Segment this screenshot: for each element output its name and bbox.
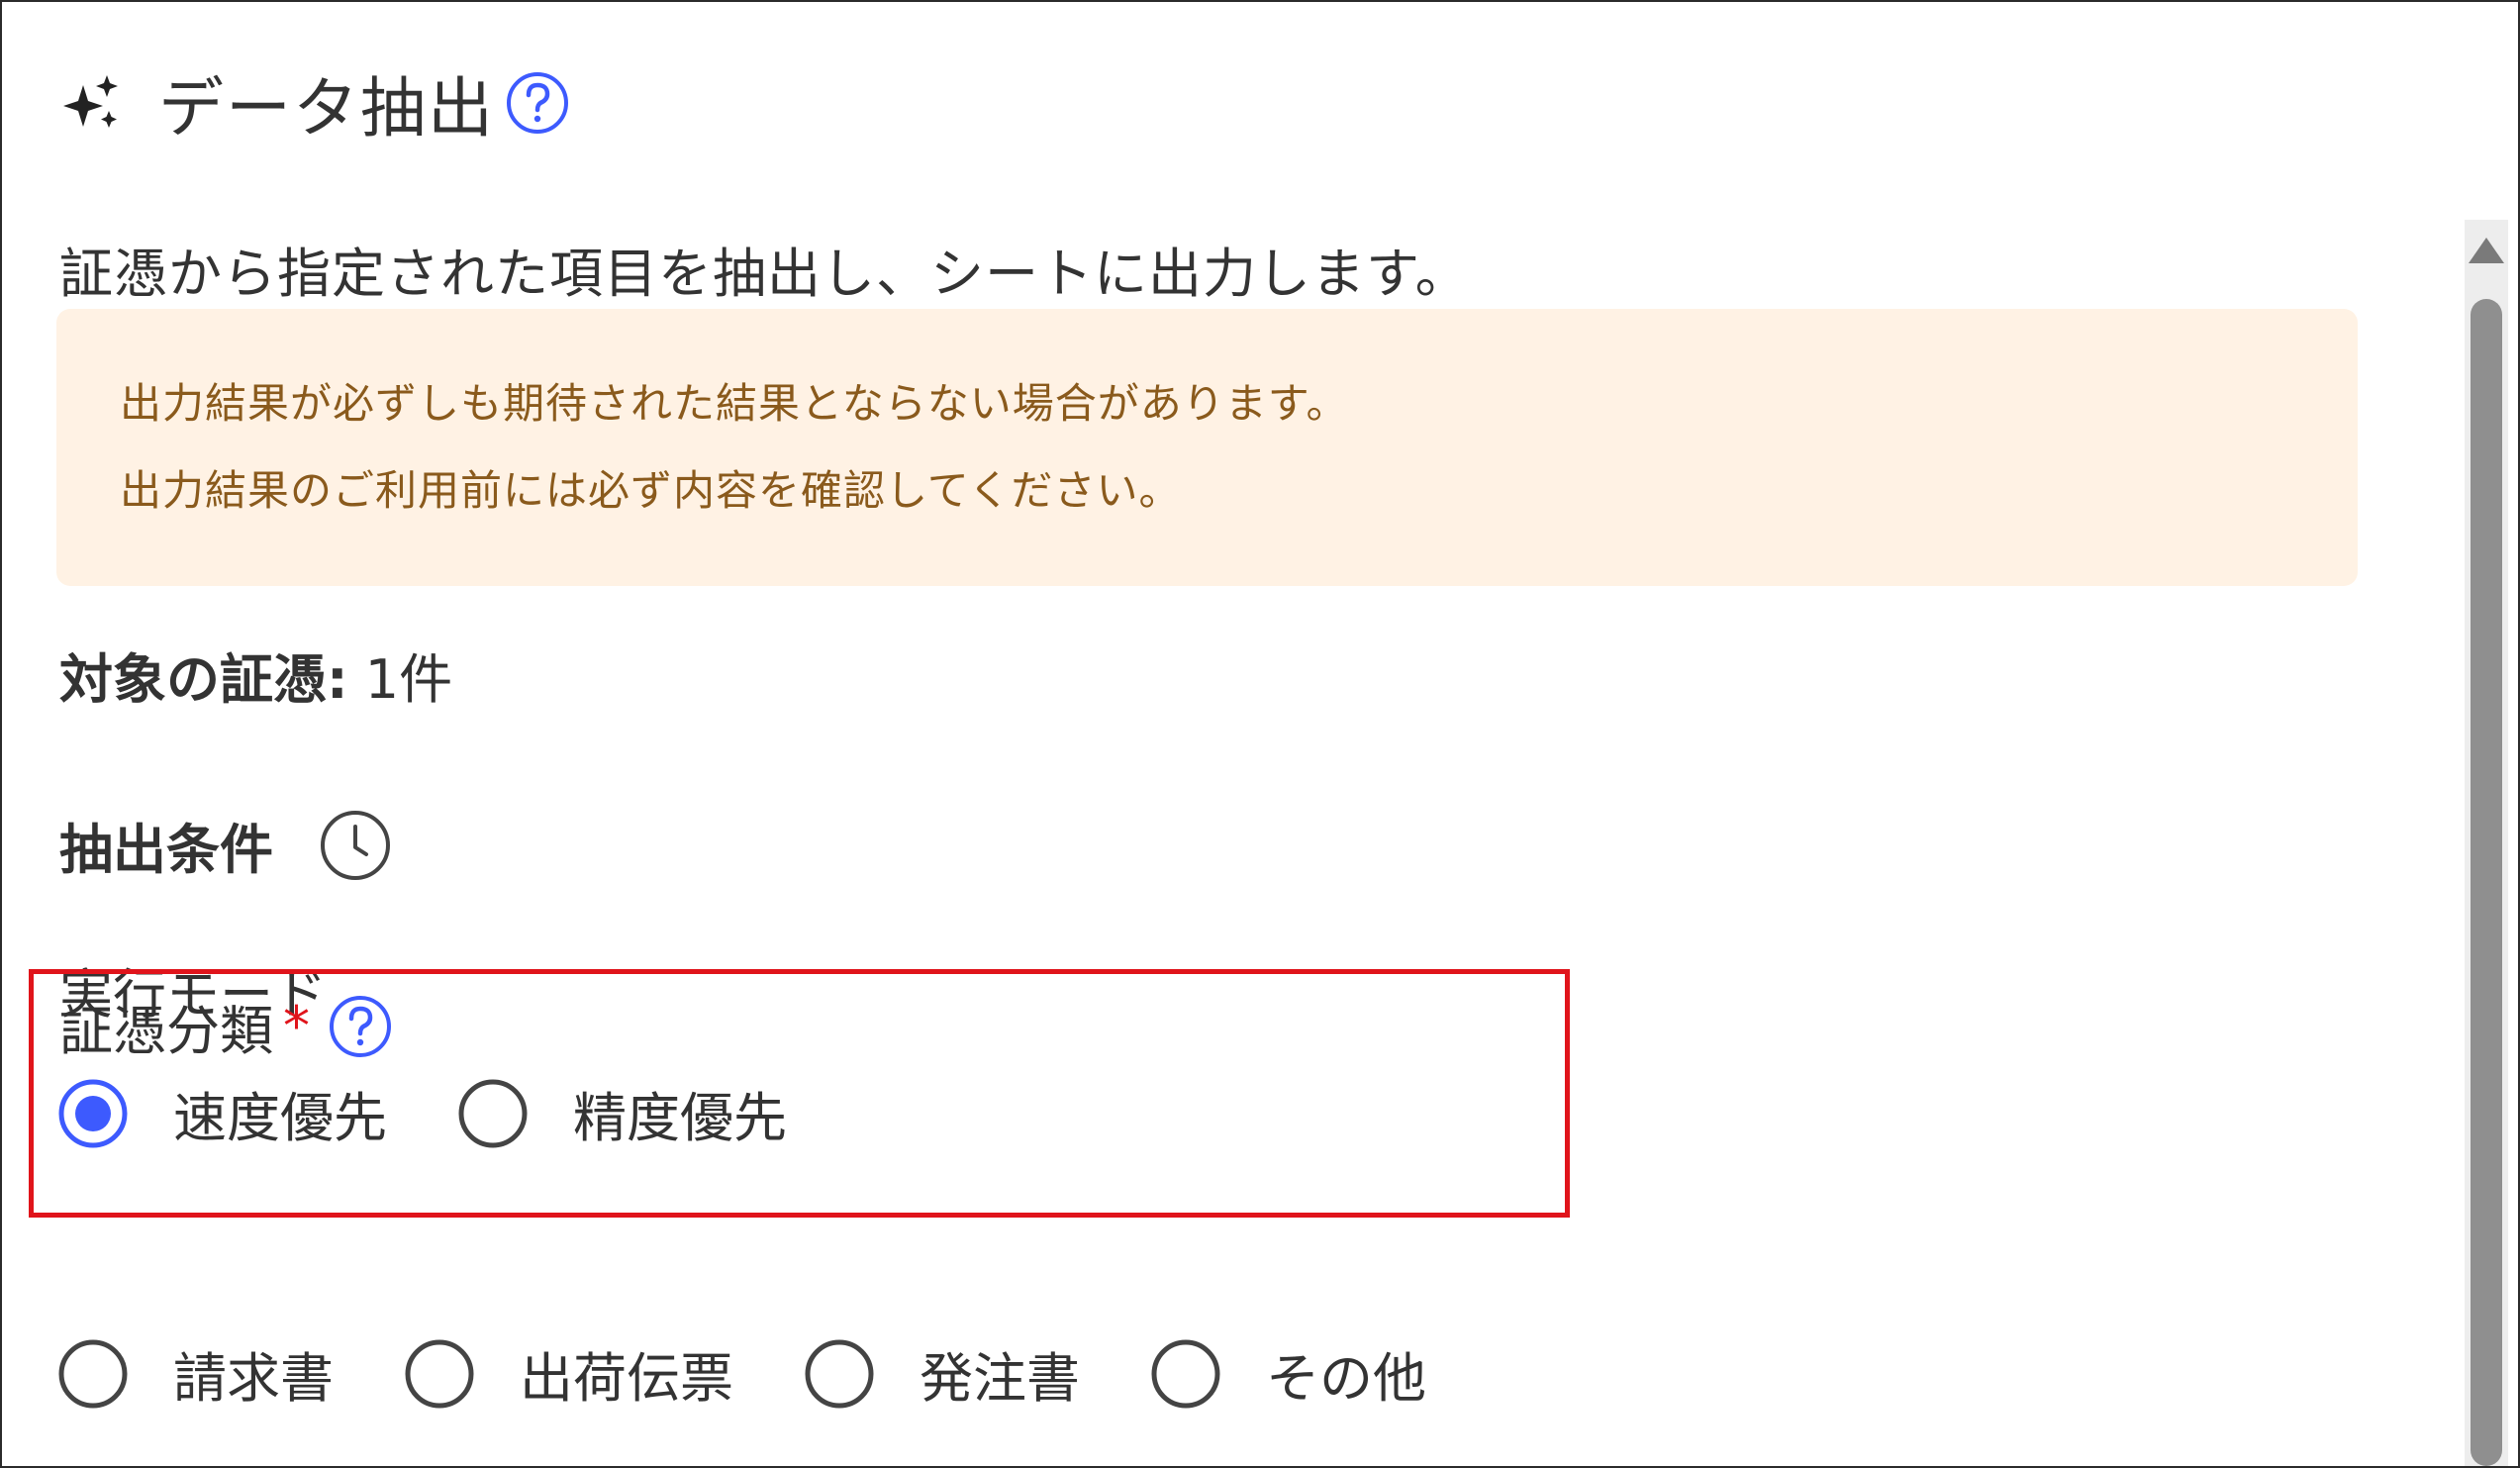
panel-description: 証憑から指定された項目を抽出し、シートに出力します。 bbox=[59, 243, 1470, 305]
conditions-label: 抽出条件 bbox=[59, 819, 273, 881]
help-icon[interactable] bbox=[328, 994, 393, 1059]
classification-option-purchase-order[interactable]: 発注書 bbox=[803, 1334, 1080, 1413]
classification-option-label: 請求書 bbox=[173, 1347, 334, 1410]
radio-unselected-icon[interactable] bbox=[803, 1337, 876, 1411]
classification-option-invoice[interactable]: 請求書 bbox=[56, 1334, 334, 1413]
target-count: 対象の証憑: 1件 bbox=[59, 636, 452, 714]
sparkle-icon bbox=[63, 75, 118, 128]
classification-option-label: 出荷伝票 bbox=[520, 1347, 733, 1410]
panel-content: 証憑から指定された項目を抽出し、シートに出力します。 出力結果が必ずしも期待され… bbox=[2, 220, 2457, 1466]
history-clock-icon[interactable] bbox=[319, 809, 392, 882]
classification-option-other[interactable]: その他 bbox=[1149, 1334, 1426, 1413]
radio-unselected-icon[interactable] bbox=[1149, 1337, 1222, 1411]
warning-notice: 出力結果が必ずしも期待された結果とならない場合があります。 出力結果のご利用前に… bbox=[56, 309, 2358, 586]
radio-unselected-icon[interactable] bbox=[56, 1337, 130, 1411]
classification-radio-group: 請求書 出荷伝票 発注書 その他 bbox=[56, 1334, 1496, 1413]
classification-option-shipping-slip[interactable]: 出荷伝票 bbox=[403, 1334, 733, 1413]
panel-header: データ抽出 bbox=[61, 63, 570, 147]
required-mark: * bbox=[283, 995, 310, 1057]
target-value: 1件 bbox=[364, 648, 453, 711]
notice-line-1: 出力結果が必ずしも期待された結果とならない場合があります。 bbox=[120, 379, 1349, 428]
vertical-scrollbar[interactable] bbox=[2465, 220, 2508, 1466]
help-icon[interactable] bbox=[505, 70, 570, 136]
target-label: 対象の証憑: bbox=[59, 648, 348, 711]
data-extraction-panel: データ抽出 証憑から指定された項目を抽出し、シートに出力します。 出力結果が必ず… bbox=[0, 0, 2520, 1468]
classification-label: 証憑分類 bbox=[59, 1000, 273, 1062]
panel-title: データ抽出 bbox=[158, 70, 495, 147]
notice-line-2: 出力結果のご利用前には必ず内容を確認してください。 bbox=[120, 466, 1182, 515]
scrollbar-thumb[interactable] bbox=[2471, 299, 2502, 1466]
classification-label-row: 証憑分類 * bbox=[59, 987, 393, 1065]
scroll-up-arrow-icon[interactable] bbox=[2469, 238, 2504, 263]
classification-option-label: その他 bbox=[1266, 1347, 1426, 1410]
classification-option-label: 発注書 bbox=[920, 1347, 1080, 1410]
extraction-conditions-heading: 抽出条件 bbox=[59, 806, 392, 884]
radio-unselected-icon[interactable] bbox=[403, 1337, 476, 1411]
